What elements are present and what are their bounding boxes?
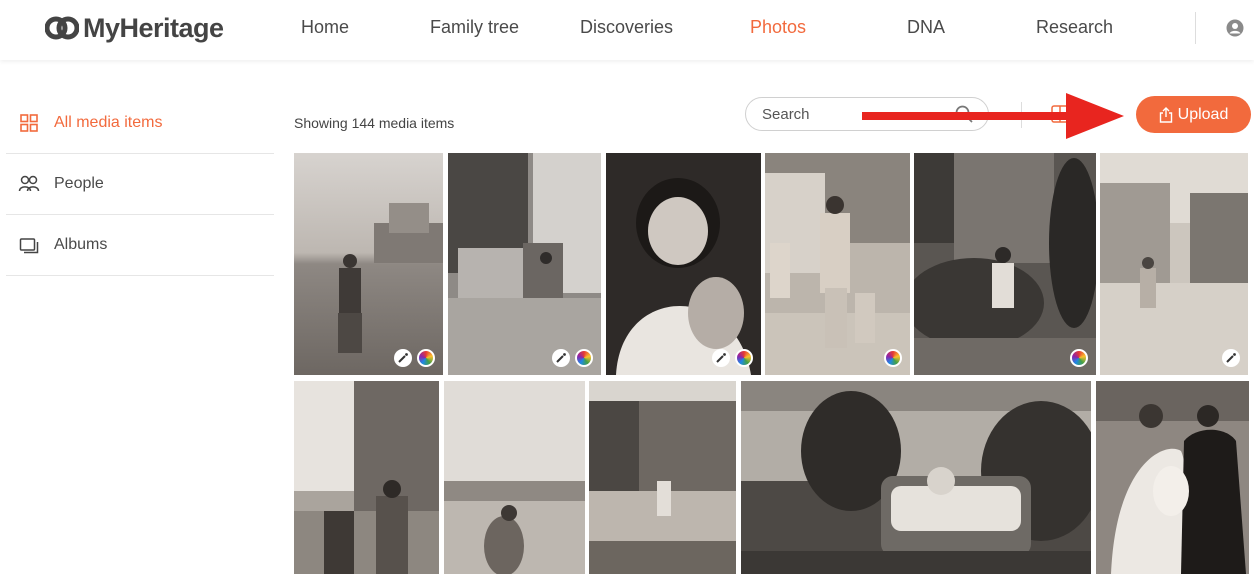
photo-image bbox=[914, 153, 1096, 375]
logo-icon bbox=[45, 16, 79, 40]
people-icon bbox=[18, 173, 40, 195]
annotation-arrow bbox=[862, 93, 1124, 139]
colorize-icon[interactable] bbox=[575, 349, 593, 367]
photo-image bbox=[294, 381, 439, 574]
photo-badges bbox=[884, 349, 902, 367]
colorize-icon[interactable] bbox=[417, 349, 435, 367]
photo-tile[interactable] bbox=[448, 153, 601, 375]
sidebar-item-albums[interactable]: Albums bbox=[6, 215, 274, 276]
header-divider bbox=[1195, 12, 1196, 44]
photo-tile[interactable] bbox=[1100, 153, 1248, 375]
photo-tile[interactable] bbox=[444, 381, 585, 574]
upload-label: Upload bbox=[1177, 105, 1229, 123]
photo-badges bbox=[1070, 349, 1088, 367]
sidebar-item-label: Albums bbox=[54, 236, 108, 253]
nav-family-tree[interactable]: Family tree bbox=[430, 17, 519, 38]
albums-icon bbox=[18, 234, 40, 256]
photo-tile[interactable] bbox=[1096, 381, 1249, 574]
enhance-icon[interactable] bbox=[394, 349, 412, 367]
nav-home[interactable]: Home bbox=[301, 17, 349, 38]
photo-tile[interactable] bbox=[589, 381, 736, 574]
grid-icon bbox=[18, 112, 40, 134]
photo-image bbox=[444, 381, 585, 574]
photo-tile[interactable] bbox=[294, 381, 439, 574]
upload-button[interactable]: Upload bbox=[1136, 96, 1251, 133]
colorize-icon[interactable] bbox=[735, 349, 753, 367]
photo-image bbox=[606, 153, 761, 375]
sidebar-item-label: All media items bbox=[54, 114, 163, 131]
nav-photos[interactable]: Photos bbox=[750, 17, 806, 38]
photo-tile[interactable] bbox=[741, 381, 1091, 574]
photo-image bbox=[765, 153, 910, 375]
photo-badges bbox=[394, 349, 435, 367]
top-header: MyHeritage Home Family tree Discoveries … bbox=[0, 0, 1254, 60]
colorize-icon[interactable] bbox=[884, 349, 902, 367]
logo-text: MyHeritage bbox=[83, 12, 224, 43]
enhance-icon[interactable] bbox=[1222, 349, 1240, 367]
photo-image bbox=[1100, 153, 1248, 375]
page: MyHeritage Home Family tree Discoveries … bbox=[0, 0, 1254, 574]
sidebar-item-people[interactable]: People bbox=[6, 154, 274, 215]
user-avatar-icon[interactable] bbox=[1226, 19, 1244, 37]
logo[interactable]: MyHeritage bbox=[45, 12, 224, 44]
nav-discoveries[interactable]: Discoveries bbox=[580, 17, 673, 38]
photo-badges bbox=[1222, 349, 1240, 367]
photo-badges bbox=[552, 349, 593, 367]
photo-image bbox=[589, 381, 736, 574]
photo-tile[interactable] bbox=[606, 153, 761, 375]
photo-tile[interactable] bbox=[914, 153, 1096, 375]
photo-image bbox=[1096, 381, 1249, 574]
enhance-icon[interactable] bbox=[552, 349, 570, 367]
photo-tile[interactable] bbox=[294, 153, 443, 375]
sidebar-item-label: People bbox=[54, 175, 104, 192]
upload-icon bbox=[1159, 106, 1172, 123]
photo-image bbox=[448, 153, 601, 375]
photo-badges bbox=[712, 349, 753, 367]
photo-image bbox=[294, 153, 443, 375]
colorize-icon[interactable] bbox=[1070, 349, 1088, 367]
sidebar-item-all-media[interactable]: All media items bbox=[6, 93, 274, 154]
photo-image bbox=[741, 381, 1091, 574]
nav-research[interactable]: Research bbox=[1036, 17, 1113, 38]
nav-dna[interactable]: DNA bbox=[907, 17, 945, 38]
media-count-text: Showing 144 media items bbox=[294, 115, 455, 131]
photo-tile[interactable] bbox=[765, 153, 910, 375]
enhance-icon[interactable] bbox=[712, 349, 730, 367]
